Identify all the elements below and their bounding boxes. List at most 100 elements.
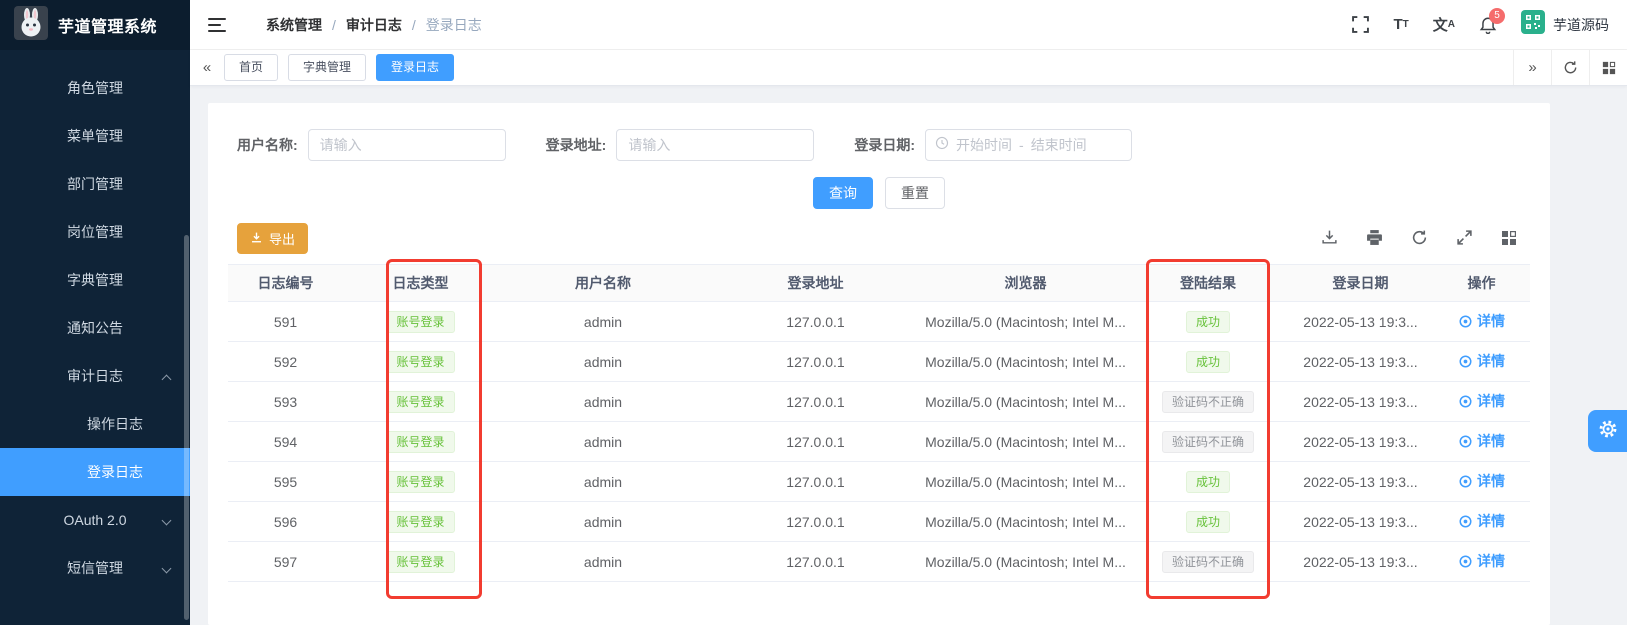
sidebar-item-sms-management[interactable]: 短信管理 <box>0 544 190 592</box>
date-cell: 2022-05-13 19:3... <box>1288 342 1433 382</box>
login-address-filter: 登录地址: <box>546 129 815 161</box>
language-icon[interactable]: 文A <box>1433 14 1455 35</box>
date-range-separator: - <box>1019 137 1024 153</box>
detail-label: 详情 <box>1477 511 1505 531</box>
download-icon[interactable] <box>1321 229 1338 246</box>
tabs-scroll-left-icon[interactable]: « <box>190 59 224 76</box>
sidebar-item-operate-log[interactable]: 操作日志 <box>0 400 190 448</box>
result-cell: 成功 <box>1128 342 1288 382</box>
date-range-picker[interactable]: 开始时间 - 结束时间 <box>925 129 1132 161</box>
sidebar-item-login-log[interactable]: 登录日志 <box>0 448 190 496</box>
menu-collapse-icon[interactable] <box>208 17 226 33</box>
detail-link[interactable]: 详情 <box>1458 311 1505 331</box>
export-button[interactable]: 导出 <box>237 223 308 254</box>
column-header: 浏览器 <box>923 265 1128 302</box>
username-input[interactable] <box>308 129 506 161</box>
address-cell: 127.0.0.1 <box>708 502 923 542</box>
log-type-cell: 账号登录 <box>343 302 498 342</box>
detail-link[interactable]: 详情 <box>1458 511 1505 531</box>
chevron-down-icon <box>162 564 172 574</box>
settings-button[interactable] <box>1588 410 1627 452</box>
view-icon <box>1458 394 1473 409</box>
refresh-page-icon[interactable] <box>1551 50 1589 85</box>
sidebar-item-dept-management[interactable]: 部门管理 <box>0 160 190 208</box>
browser-cell: Mozilla/5.0 (Macintosh; Intel M... <box>923 382 1128 422</box>
date-cell: 2022-05-13 19:3... <box>1288 382 1433 422</box>
login-result-tag: 成功 <box>1186 351 1230 373</box>
log-type-cell: 账号登录 <box>343 382 498 422</box>
breadcrumb-item[interactable]: 系统管理 <box>266 15 322 35</box>
login-date-label: 登录日期: <box>854 135 915 155</box>
reset-button[interactable]: 重置 <box>885 177 945 209</box>
login-result-tag: 成功 <box>1186 471 1230 493</box>
column-settings-icon[interactable] <box>1501 229 1517 246</box>
address-cell: 127.0.0.1 <box>708 422 923 462</box>
sidebar-item-role-management[interactable]: 角色管理 <box>0 64 190 112</box>
tab-dict-management[interactable]: 字典管理 <box>288 54 366 81</box>
top-header: 系统管理 / 审计日志 / 登录日志 TT 文A 5 <box>190 0 1627 50</box>
gear-icon <box>1599 420 1617 443</box>
tab-home[interactable]: 首页 <box>224 54 278 81</box>
sidebar-item-post-management[interactable]: 岗位管理 <box>0 208 190 256</box>
sidebar-item-audit-log[interactable]: 审计日志 <box>0 352 190 400</box>
sidebar-item-oauth2[interactable]: OAuth 2.0 <box>0 496 190 544</box>
fullscreen-table-icon[interactable] <box>1456 229 1473 246</box>
log-type-tag: 账号登录 <box>386 431 454 453</box>
search-button[interactable]: 查询 <box>813 177 873 209</box>
sidebar-item-label: 岗位管理 <box>67 222 123 242</box>
column-header: 操作 <box>1433 265 1530 302</box>
sidebar-item-label: 审计日志 <box>67 366 123 386</box>
table-row: 594账号登录admin127.0.0.1Mozilla/5.0 (Macint… <box>228 422 1530 462</box>
result-cell: 成功 <box>1128 302 1288 342</box>
address-cell: 127.0.0.1 <box>708 382 923 422</box>
log-type-cell: 账号登录 <box>343 502 498 542</box>
action-cell: 详情 <box>1433 462 1530 502</box>
browser-cell: Mozilla/5.0 (Macintosh; Intel M... <box>923 302 1128 342</box>
sidebar-item-notice[interactable]: 通知公告 <box>0 304 190 352</box>
detail-link[interactable]: 详情 <box>1458 351 1505 371</box>
printer-icon[interactable] <box>1366 229 1383 246</box>
browser-cell: Mozilla/5.0 (Macintosh; Intel M... <box>923 422 1128 462</box>
username: 芋道源码 <box>1553 15 1609 35</box>
login-address-input[interactable] <box>616 129 814 161</box>
detail-label: 详情 <box>1477 471 1505 491</box>
date-cell: 2022-05-13 19:3... <box>1288 462 1433 502</box>
log-type-cell: 账号登录 <box>343 342 498 382</box>
view-icon <box>1458 434 1473 449</box>
tabs-scroll-right-icon[interactable]: » <box>1513 50 1551 85</box>
table-row: 596账号登录admin127.0.0.1Mozilla/5.0 (Macint… <box>228 502 1530 542</box>
breadcrumb-item[interactable]: 审计日志 <box>346 15 402 35</box>
sidebar-item-dict-management[interactable]: 字典管理 <box>0 256 190 304</box>
tab-login-log[interactable]: 登录日志 <box>376 54 454 81</box>
notification-bell-icon[interactable]: 5 <box>1479 16 1497 34</box>
sidebar-item-label: 通知公告 <box>67 318 123 338</box>
detail-link[interactable]: 详情 <box>1458 431 1505 451</box>
date-start-placeholder: 开始时间 <box>956 135 1012 155</box>
column-header: 登录日期 <box>1288 265 1433 302</box>
tag-view-bar: « 首页字典管理登录日志 » <box>190 50 1627 86</box>
logo-bar[interactable]: 芋道管理系统 <box>0 0 190 50</box>
action-cell: 详情 <box>1433 382 1530 422</box>
tab-list: 首页字典管理登录日志 <box>224 54 454 81</box>
refresh-table-icon[interactable] <box>1411 229 1428 246</box>
layout-grid-icon[interactable] <box>1589 50 1627 85</box>
detail-link[interactable]: 详情 <box>1458 471 1505 491</box>
search-form: 用户名称: 登录地址: 登录日期: 开始时间 - 结束时间 <box>237 129 1132 161</box>
avatar <box>1521 10 1545 39</box>
breadcrumb-separator: / <box>412 17 416 33</box>
user-menu[interactable]: 芋道源码 <box>1521 10 1609 39</box>
breadcrumb: 系统管理 / 审计日志 / 登录日志 <box>266 15 482 35</box>
fullscreen-icon[interactable] <box>1352 16 1369 33</box>
username-cell: admin <box>498 342 708 382</box>
sidebar-item-label: OAuth 2.0 <box>63 512 126 528</box>
date-cell: 2022-05-13 19:3... <box>1288 502 1433 542</box>
browser-cell: Mozilla/5.0 (Macintosh; Intel M... <box>923 542 1128 582</box>
date-cell: 2022-05-13 19:3... <box>1288 542 1433 582</box>
sidebar-item-label: 短信管理 <box>67 558 123 578</box>
font-size-icon[interactable]: TT <box>1393 16 1408 33</box>
detail-link[interactable]: 详情 <box>1458 551 1505 571</box>
sidebar-scrollbar[interactable] <box>184 235 189 620</box>
sidebar-item-menu-management[interactable]: 菜单管理 <box>0 112 190 160</box>
log-table: 日志编号日志类型用户名称登录地址浏览器登陆结果登录日期操作 591账号登录adm… <box>228 264 1530 582</box>
detail-link[interactable]: 详情 <box>1458 391 1505 411</box>
